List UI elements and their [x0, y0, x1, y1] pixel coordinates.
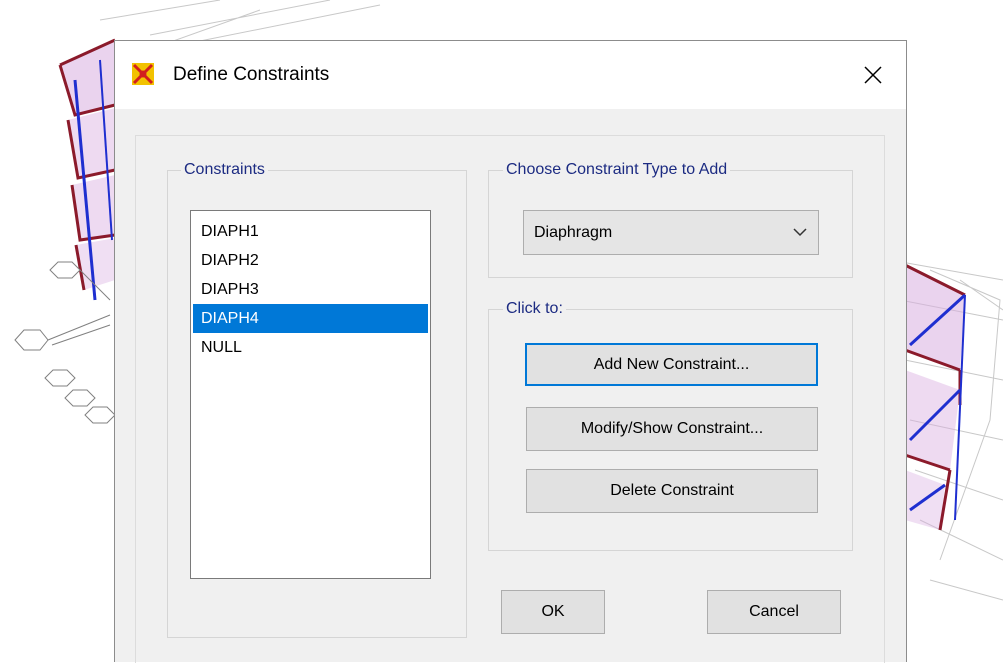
list-item[interactable]: NULL [193, 333, 428, 362]
delete-constraint-button[interactable]: Delete Constraint [526, 469, 818, 513]
list-item-selected[interactable]: DIAPH4 [193, 304, 428, 333]
close-button[interactable] [853, 55, 893, 95]
dialog-titlebar: Define Constraints [115, 41, 906, 109]
click-to-group-label: Click to: [503, 298, 566, 320]
sap2000-logo-icon [132, 63, 154, 85]
constraint-type-value: Diaphragm [534, 224, 613, 241]
constraint-type-group-label: Choose Constraint Type to Add [503, 159, 731, 181]
modify-show-constraint-button[interactable]: Modify/Show Constraint... [526, 407, 818, 451]
constraints-listbox[interactable]: DIAPH1 DIAPH2 DIAPH3 DIAPH4 NULL [190, 210, 431, 579]
list-item[interactable]: DIAPH2 [193, 246, 428, 275]
chevron-down-icon [793, 228, 807, 237]
define-constraints-dialog: Define Constraints Constraints DIAPH1 DI… [114, 40, 907, 663]
dialog-title: Define Constraints [173, 64, 330, 85]
cancel-button[interactable]: Cancel [707, 590, 841, 634]
ok-button[interactable]: OK [501, 590, 605, 634]
list-item[interactable]: DIAPH1 [193, 217, 428, 246]
add-new-constraint-button[interactable]: Add New Constraint... [525, 343, 818, 386]
close-icon [864, 66, 882, 84]
list-item[interactable]: DIAPH3 [193, 275, 428, 304]
constraints-group-label: Constraints [181, 159, 268, 181]
constraint-type-dropdown[interactable]: Diaphragm [523, 210, 819, 255]
